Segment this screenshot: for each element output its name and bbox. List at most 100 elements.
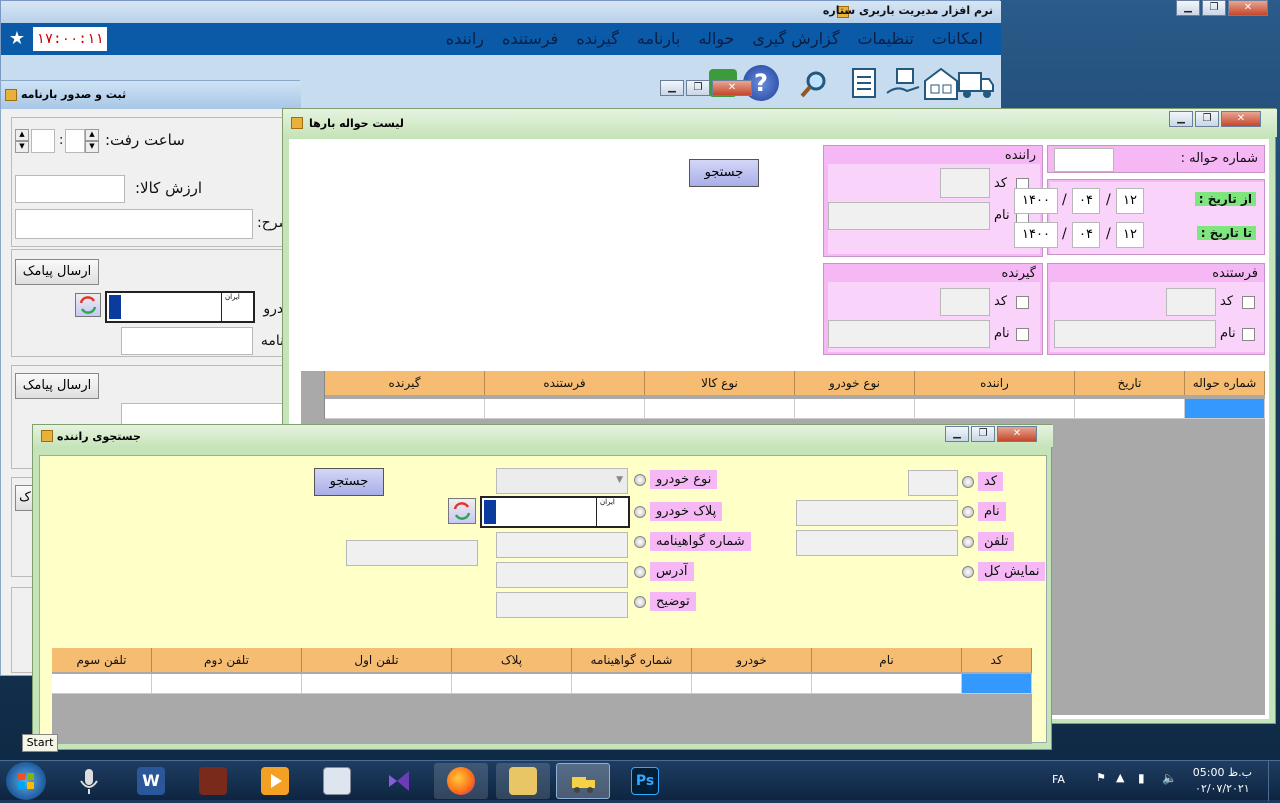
description-search-input[interactable]: [496, 592, 628, 618]
taskbar-word[interactable]: W: [124, 763, 178, 799]
taskbar-movie-maker[interactable]: [186, 763, 240, 799]
clipboard-list-icon[interactable]: [847, 65, 883, 101]
from-day-input[interactable]: ۱۲: [1116, 188, 1144, 214]
search-icon[interactable]: [799, 69, 829, 99]
volume-icon[interactable]: 🔈: [1162, 771, 1177, 785]
col-plate[interactable]: پلاک: [452, 648, 572, 672]
col-phone-3[interactable]: تلفن سوم: [52, 648, 152, 672]
send-sms-button-1[interactable]: ارسال پیامک: [15, 259, 99, 285]
col-driver[interactable]: راننده: [915, 371, 1075, 395]
delivery-truck-icon[interactable]: [957, 65, 995, 101]
taskbar-explorer[interactable]: [496, 763, 550, 799]
menu-driver[interactable]: راننده: [446, 25, 484, 53]
from-month-input[interactable]: ۰۴: [1072, 188, 1100, 214]
from-year-input[interactable]: ۱۴۰۰: [1014, 188, 1058, 214]
sender-code-input[interactable]: [1166, 288, 1216, 316]
col-code[interactable]: کد: [962, 648, 1032, 672]
driver-code-search-input[interactable]: [908, 470, 958, 496]
extra-search-input[interactable]: [346, 540, 478, 566]
driver-restore-button[interactable]: ❐: [971, 426, 995, 442]
waybill-close-button[interactable]: ✕: [712, 80, 752, 96]
driver-name-search-input[interactable]: [796, 500, 958, 526]
driver-name-input[interactable]: [828, 202, 990, 230]
menu-settings[interactable]: تنظیمات: [857, 25, 913, 53]
table-row[interactable]: [52, 674, 1032, 694]
waybill-restore-button[interactable]: ❐: [686, 80, 710, 96]
receiver-name-checkbox[interactable]: [1016, 328, 1029, 341]
start-button[interactable]: [6, 762, 46, 800]
waybill-minimize-button[interactable]: ▁: [660, 80, 684, 96]
driver-minimize-button[interactable]: ▁: [945, 426, 969, 442]
radio-address[interactable]: [634, 566, 646, 578]
minimize-button[interactable]: ▁: [1176, 0, 1200, 16]
radio-phone[interactable]: [962, 536, 974, 548]
receiver-name-input[interactable]: [828, 320, 990, 348]
menu-remittance[interactable]: حواله: [698, 25, 734, 53]
col-sender[interactable]: فرستنده: [485, 371, 645, 395]
col-license-no[interactable]: شماره گواهینامه: [572, 648, 692, 672]
col-vehicle-type[interactable]: نوع خودرو: [795, 371, 915, 395]
remittance-close-button[interactable]: ✕: [1221, 111, 1261, 127]
hour-spinner[interactable]: ▲ ▼: [15, 129, 29, 153]
menu-waybill[interactable]: بارنامه: [637, 25, 681, 53]
description-input[interactable]: [15, 209, 253, 239]
warehouse-icon[interactable]: [923, 65, 959, 101]
waybill-number-input[interactable]: [121, 327, 253, 355]
radio-show-all[interactable]: [962, 566, 974, 578]
taskbar-visual-studio[interactable]: [372, 763, 426, 799]
col-goods-type[interactable]: نوع کالا: [645, 371, 795, 395]
restore-button[interactable]: ❐: [1202, 0, 1226, 16]
radio-description[interactable]: [634, 596, 646, 608]
language-indicator[interactable]: FA: [1052, 773, 1065, 786]
hand-package-icon[interactable]: [885, 65, 921, 101]
menu-receiver[interactable]: گیرنده: [576, 25, 619, 53]
col-name[interactable]: نام: [812, 648, 962, 672]
address-search-input[interactable]: [496, 562, 628, 588]
col-vehicle[interactable]: خودرو: [692, 648, 812, 672]
hour-input[interactable]: [31, 129, 55, 153]
col-receiver[interactable]: گیرنده: [325, 371, 485, 395]
minute-input[interactable]: [65, 129, 85, 153]
taskbar-photoshop[interactable]: Ps: [618, 763, 672, 799]
tray-network-icon[interactable]: ▮: [1138, 771, 1145, 785]
taskbar-firefox[interactable]: [434, 763, 488, 799]
sender-name-input[interactable]: [1054, 320, 1216, 348]
menu-tools[interactable]: امکانات: [932, 25, 983, 53]
driver-phone-search-input[interactable]: [796, 530, 958, 556]
radio-license-no[interactable]: [634, 536, 646, 548]
close-button[interactable]: ✕: [1228, 0, 1268, 16]
taskbar-calculator[interactable]: [310, 763, 364, 799]
radio-plate[interactable]: [634, 506, 646, 518]
receiver-code-input[interactable]: [940, 288, 990, 316]
to-year-input[interactable]: ۱۴۰۰: [1014, 222, 1058, 248]
minute-spinner[interactable]: ▲ ▼: [85, 129, 99, 153]
menu-sender[interactable]: فرستنده: [502, 25, 558, 53]
remittance-restore-button[interactable]: ❐: [1195, 111, 1219, 127]
to-day-input[interactable]: ۱۲: [1116, 222, 1144, 248]
table-row[interactable]: [325, 399, 1265, 419]
col-phone-2[interactable]: تلفن دوم: [152, 648, 302, 672]
radio-code[interactable]: [962, 476, 974, 488]
to-month-input[interactable]: ۰۴: [1072, 222, 1100, 248]
menu-reports[interactable]: گزارش گیری: [752, 25, 839, 53]
plate-search-input[interactable]: ایران: [480, 496, 630, 528]
show-desktop-button[interactable]: [1268, 761, 1280, 801]
remittance-search-button[interactable]: جستجو: [689, 159, 759, 187]
col-date[interactable]: تاریخ: [1075, 371, 1185, 395]
sender-code-checkbox[interactable]: [1242, 296, 1255, 309]
radio-vehicle-type[interactable]: [634, 474, 646, 486]
vehicle-type-dropdown[interactable]: ▼: [496, 468, 628, 494]
col-remittance-no[interactable]: شماره حواله: [1185, 371, 1265, 395]
driver-code-input[interactable]: [940, 168, 990, 198]
license-no-search-input[interactable]: [496, 532, 628, 558]
taskbar-media-player[interactable]: [248, 763, 302, 799]
tray-flag-icon[interactable]: ⚑: [1096, 771, 1106, 784]
radio-name[interactable]: [962, 506, 974, 518]
receiver-code-checkbox[interactable]: [1016, 296, 1029, 309]
remittance-minimize-button[interactable]: ▁: [1169, 111, 1193, 127]
driver-close-button[interactable]: ✕: [997, 426, 1037, 442]
tray-clock[interactable]: 05:00 ب.ظ ۰۲/۰۷/۲۰۲۱: [1193, 765, 1252, 797]
swap-icon[interactable]: [448, 498, 476, 524]
col-phone-1[interactable]: تلفن اول: [302, 648, 452, 672]
taskbar-freight-app[interactable]: [556, 763, 610, 799]
